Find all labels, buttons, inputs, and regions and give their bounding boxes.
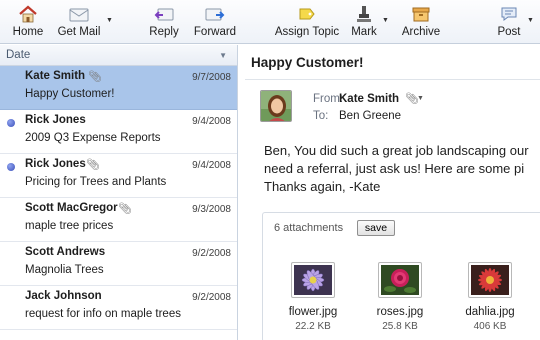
forward-label: Forward [193,26,237,38]
speech-bubble-icon [500,4,518,24]
home-label: Home [12,26,44,38]
list-item-sender: Rick Jones [25,158,86,170]
divider [245,79,540,80]
list-item-date: 9/4/2008 [192,116,231,127]
archive-label: Archive [401,26,441,38]
list-item-subject: maple tree prices [25,220,114,232]
list-item[interactable]: Scott Andrews 9/2/2008 Magnolia Trees [0,242,237,286]
body-line: Ben, You did such a great job landscapin… [264,143,529,158]
envelope-icon [69,4,89,24]
get-mail-label: Get Mail [57,26,101,38]
from-sender[interactable]: Kate Smith [339,93,399,105]
paperclip-icon: 📎︎ [86,159,100,171]
dahlia-image-icon [471,265,509,295]
list-item-sender: Jack Johnson [25,290,102,302]
list-item[interactable]: Rick Jones 9/4/2008 2009 Q3 Expense Repo… [0,110,237,154]
mark-label: Mark [351,26,377,38]
sort-label: Date [6,49,31,61]
to-recipient[interactable]: Ben Greene [339,110,401,122]
list-item-sender: Scott MacGregor [25,202,118,214]
post-label: Post [497,26,521,38]
attachment-thumbnail[interactable] [378,262,422,298]
chevron-down-icon[interactable]: ▼ [417,95,424,102]
paperclip-icon: 📎︎ [118,203,132,215]
list-item-date: 9/3/2008 [192,204,231,215]
assign-topic-label: Assign Topic [274,26,340,38]
mark-button[interactable]: Mark [349,4,379,42]
list-sort-header[interactable]: Date ▼ [0,45,237,66]
stamp-icon [356,4,372,24]
archive-box-icon [411,4,431,24]
list-item-sender: Kate Smith [25,70,86,82]
list-item-sender: Rick Jones [25,114,86,126]
attachment-name[interactable]: dahlia.jpg [455,306,525,318]
list-item[interactable]: Jack Johnson 9/2/2008 request for info o… [0,286,237,330]
archive-button[interactable]: Archive [402,4,440,42]
body-line: need a referral, just ask us! Here are s… [264,161,525,176]
attachment-size: 406 KB [473,321,507,332]
list-item[interactable]: Kate Smith 📎︎ 9/7/2008 Happy Customer! [0,66,237,110]
attachment-name[interactable]: flower.jpg [278,306,348,318]
reply-button[interactable]: Reply [146,4,182,42]
list-item-sender: Scott Andrews [25,246,106,258]
reply-label: Reply [149,26,179,38]
home-icon [18,4,38,24]
avatar[interactable] [260,90,292,122]
home-button[interactable]: Home [10,4,46,42]
attachment-name[interactable]: roses.jpg [365,306,435,318]
paperclip-icon: 📎︎ [88,71,102,83]
save-attachments-button[interactable]: save [357,220,395,236]
toolbar: Home Get Mail ▼ Reply Forward Assign Top… [0,0,540,44]
get-mail-dropdown-icon[interactable]: ▼ [106,17,113,24]
list-item[interactable]: Rick Jones 📎︎ 9/4/2008 Pricing for Trees… [0,154,237,198]
to-label: To: [313,110,329,122]
list-item-subject: Pricing for Trees and Plants [25,176,167,188]
post-dropdown-icon[interactable]: ▼ [527,17,534,24]
get-mail-button[interactable]: Get Mail [56,4,102,42]
forward-button[interactable]: Forward [192,4,238,42]
attachment-thumbnail[interactable] [468,262,512,298]
mark-dropdown-icon[interactable]: ▼ [382,17,389,24]
flower-image-icon [294,265,332,295]
forward-icon [204,4,226,24]
tag-icon [298,4,316,24]
list-item-date: 9/7/2008 [192,72,231,83]
attachment-size: 25.8 KB [382,321,418,332]
sort-arrow-icon: ▼ [219,51,227,60]
message-body: Ben, You did such a great job landscapin… [264,142,540,196]
list-item-subject: request for info on maple trees [25,308,181,320]
attachment-thumbnail[interactable] [291,262,335,298]
list-item-date: 9/2/2008 [192,292,231,303]
body-line: Thanks again, -Kate [264,179,381,194]
message-title: Happy Customer! [251,55,364,70]
unread-dot-icon [7,119,15,127]
list-item-subject: 2009 Q3 Expense Reports [25,132,161,144]
list-item-subject: Happy Customer! [25,88,115,100]
list-item-subject: Magnolia Trees [25,264,104,276]
reading-pane: Happy Customer! From: Kate Smith 📎︎ ▼ To… [239,45,540,340]
list-item[interactable]: Scott MacGregor 📎︎ 9/3/2008 maple tree p… [0,198,237,242]
list-item-date: 9/2/2008 [192,248,231,259]
post-button[interactable]: Post [495,4,523,42]
unread-dot-icon [7,163,15,171]
attachment-size: 22.2 KB [295,321,331,332]
assign-topic-button[interactable]: Assign Topic [274,4,340,42]
list-item-date: 9/4/2008 [192,160,231,171]
message-list: Date ▼ Kate Smith 📎︎ 9/7/2008 Happy Cust… [0,45,238,340]
roses-image-icon [381,265,419,295]
attachments-count: 6 attachments [274,222,344,234]
reply-icon [153,4,175,24]
